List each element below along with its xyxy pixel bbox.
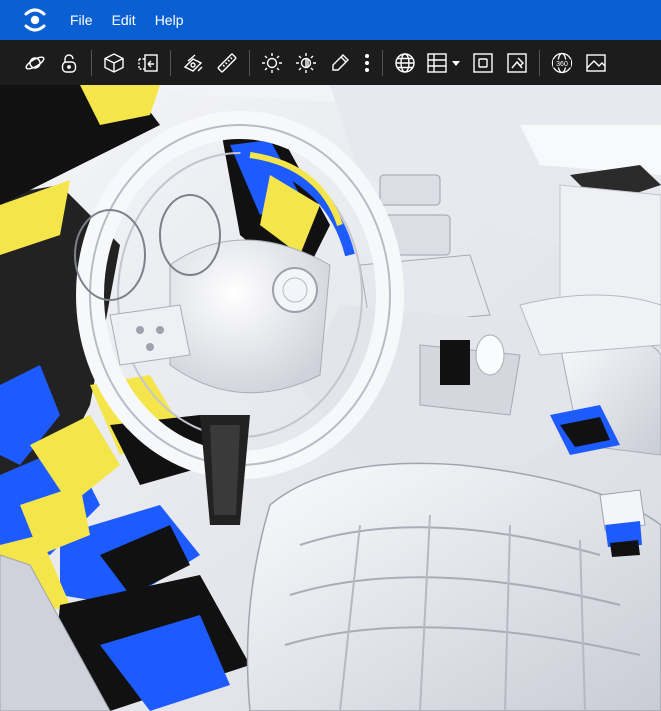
frame-icon[interactable] [466, 46, 500, 80]
grid-layout-dropdown-icon[interactable] [422, 46, 466, 80]
menu-bar: File Edit Help [0, 0, 661, 40]
brightness-high-icon[interactable] [289, 46, 323, 80]
menu-help[interactable]: Help [155, 12, 184, 28]
brightness-low-icon[interactable] [255, 46, 289, 80]
image-icon[interactable] [579, 46, 613, 80]
globe-icon[interactable] [388, 46, 422, 80]
measure-icon[interactable] [210, 46, 244, 80]
eyedropper-icon[interactable] [323, 46, 357, 80]
orbit-icon[interactable] [18, 46, 52, 80]
toolbar-divider [91, 49, 92, 76]
eye-logo-icon[interactable] [23, 7, 47, 33]
toolbar-divider [382, 49, 383, 76]
toolbar-divider [170, 49, 171, 76]
toolbar-divider [539, 49, 540, 76]
toolbar: 360 [0, 40, 661, 85]
explode-icon[interactable] [176, 46, 210, 80]
menu-edit[interactable]: Edit [112, 12, 136, 28]
menu-file[interactable]: File [70, 12, 93, 28]
cube-icon[interactable] [97, 46, 131, 80]
lock-icon[interactable] [52, 46, 86, 80]
view-360-label: 360 [556, 61, 568, 68]
view-360-icon[interactable]: 360 [545, 46, 579, 80]
car-interior-render [0, 85, 661, 711]
image-frame-icon[interactable] [500, 46, 534, 80]
more-vertical-icon[interactable] [357, 46, 377, 80]
toolbar-divider [249, 49, 250, 76]
3d-viewport[interactable] [0, 85, 661, 711]
section-box-icon[interactable] [131, 46, 165, 80]
